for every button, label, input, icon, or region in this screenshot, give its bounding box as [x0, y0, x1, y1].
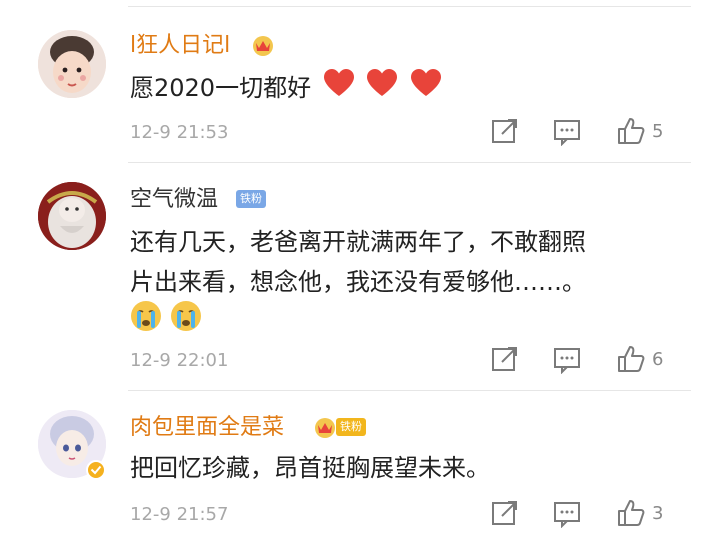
fan-badge: 铁粉	[236, 190, 266, 208]
comment-item: l狂人日记l 愿2020一切都好 12-9 21:53 5	[0, 0, 711, 160]
username[interactable]: 肉包里面全是菜	[130, 415, 284, 441]
share-icon[interactable]	[490, 116, 520, 148]
avatar[interactable]	[38, 30, 106, 98]
comment-timestamp: 12-9 21:57	[130, 504, 229, 525]
comment-actions: 3	[490, 498, 690, 530]
comment-icon[interactable]	[552, 116, 582, 148]
username[interactable]: l狂人日记l	[130, 33, 230, 59]
share-icon[interactable]	[490, 344, 520, 376]
vip-crown-icon	[250, 33, 276, 61]
comment-actions: 6	[490, 344, 690, 376]
comment-icon[interactable]	[552, 498, 582, 530]
comment-text-line: 片出来看，想念他，我还没有爱够他……。	[130, 268, 586, 296]
comment-item: 空气微温 铁粉 还有几天，老爸离开就满两年了，不敢翻照 片出来看，想念他，我还没…	[0, 162, 711, 388]
like-icon[interactable]	[616, 116, 646, 148]
like-count: 3	[652, 503, 664, 524]
comment-text: 愿2020一切都好	[130, 68, 442, 109]
heart-icon	[366, 69, 398, 109]
like-count: 5	[652, 121, 664, 142]
share-icon[interactable]	[490, 498, 520, 530]
fan-badge: 铁粉	[336, 418, 366, 436]
like-count: 6	[652, 349, 664, 370]
verified-badge-icon	[86, 460, 106, 484]
comment-text-line: 还有几天，老爸离开就满两年了，不敢翻照	[130, 228, 586, 256]
comment-timestamp: 12-9 21:53	[130, 122, 229, 143]
comment-text: 把回忆珍藏，昂首挺胸展望未来。	[130, 454, 490, 482]
comment-timestamp: 12-9 22:01	[130, 350, 229, 371]
vip-crown-icon	[312, 415, 338, 443]
heart-icon	[410, 69, 442, 109]
username[interactable]: 空气微温	[130, 187, 218, 213]
comment-icon[interactable]	[552, 344, 582, 376]
comment-item: 肉包里面全是菜 铁粉 把回忆珍藏，昂首挺胸展望未来。 12-9 21:57 3	[0, 390, 711, 539]
avatar[interactable]	[38, 182, 106, 250]
like-icon[interactable]	[616, 498, 646, 530]
like-icon[interactable]	[616, 344, 646, 376]
crying-face-icon	[130, 300, 162, 332]
crying-face-icon	[170, 300, 202, 332]
comment-actions: 5	[490, 116, 690, 148]
heart-icon	[323, 69, 355, 109]
